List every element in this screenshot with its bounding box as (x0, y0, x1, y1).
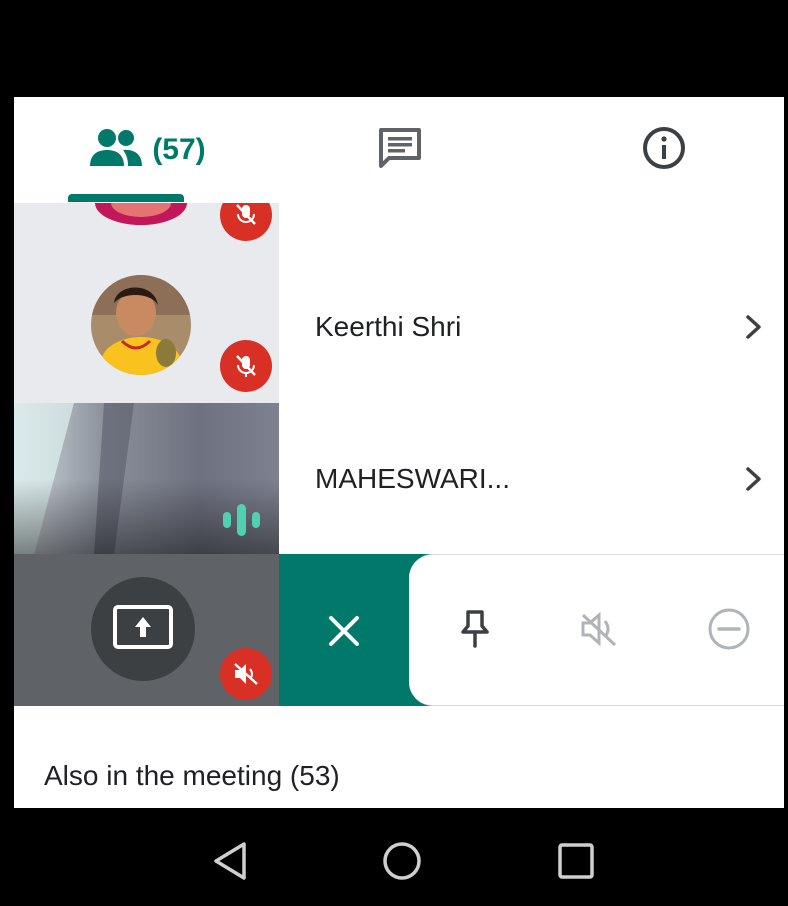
mute-audio-icon (581, 611, 617, 647)
status-bar (0, 0, 788, 97)
pin-button[interactable] (445, 599, 505, 659)
participant-name: Keerthi Shri (315, 311, 462, 342)
home-button[interactable] (374, 833, 430, 889)
mic-off-icon (236, 204, 256, 225)
volume-off-icon (234, 663, 258, 685)
section-title: Also in the meeting (53) (44, 760, 340, 791)
tab-info[interactable] (614, 97, 714, 203)
participant-row[interactable]: Keerthi Shri (14, 251, 784, 403)
close-icon (329, 616, 359, 646)
chevron-right-icon[interactable] (734, 307, 774, 347)
people-icon (90, 128, 143, 173)
system-nav-bar (0, 808, 788, 906)
tab-chat[interactable] (350, 97, 450, 203)
participant-row-partial[interactable] (14, 203, 784, 251)
present-screen-icon (113, 605, 173, 649)
info-icon (642, 126, 686, 175)
mute-audio-button[interactable] (569, 599, 629, 659)
tab-selected-indicator (68, 194, 184, 202)
back-button[interactable] (202, 833, 258, 889)
audio-level-icon (223, 504, 260, 536)
recents-icon (558, 843, 594, 879)
participant-video-thumbnail (14, 403, 279, 555)
back-icon (214, 842, 246, 880)
volume-off-badge (220, 648, 272, 700)
mic-off-badge (220, 340, 272, 392)
participant-count: (57) (152, 133, 206, 166)
mic-off-icon (236, 355, 256, 377)
actions-panel (409, 554, 784, 706)
tab-people[interactable]: (57) (80, 97, 216, 203)
remove-icon (708, 608, 750, 650)
participant-actions-row (14, 554, 784, 706)
frame-edge-right (784, 0, 788, 906)
chevron-right-icon[interactable] (734, 459, 774, 499)
participant-name: MAHESWARI... (315, 463, 510, 494)
tab-bar: (57) (14, 97, 784, 204)
home-icon (383, 842, 421, 880)
remove-participant-button[interactable] (699, 599, 759, 659)
frame-edge-left (0, 0, 14, 906)
presenting-avatar (91, 577, 195, 681)
recents-button[interactable] (548, 833, 604, 889)
chat-icon (377, 126, 423, 175)
presenting-tile (14, 554, 279, 706)
pin-icon (461, 610, 489, 648)
participant-row[interactable]: MAHESWARI... (14, 403, 784, 555)
